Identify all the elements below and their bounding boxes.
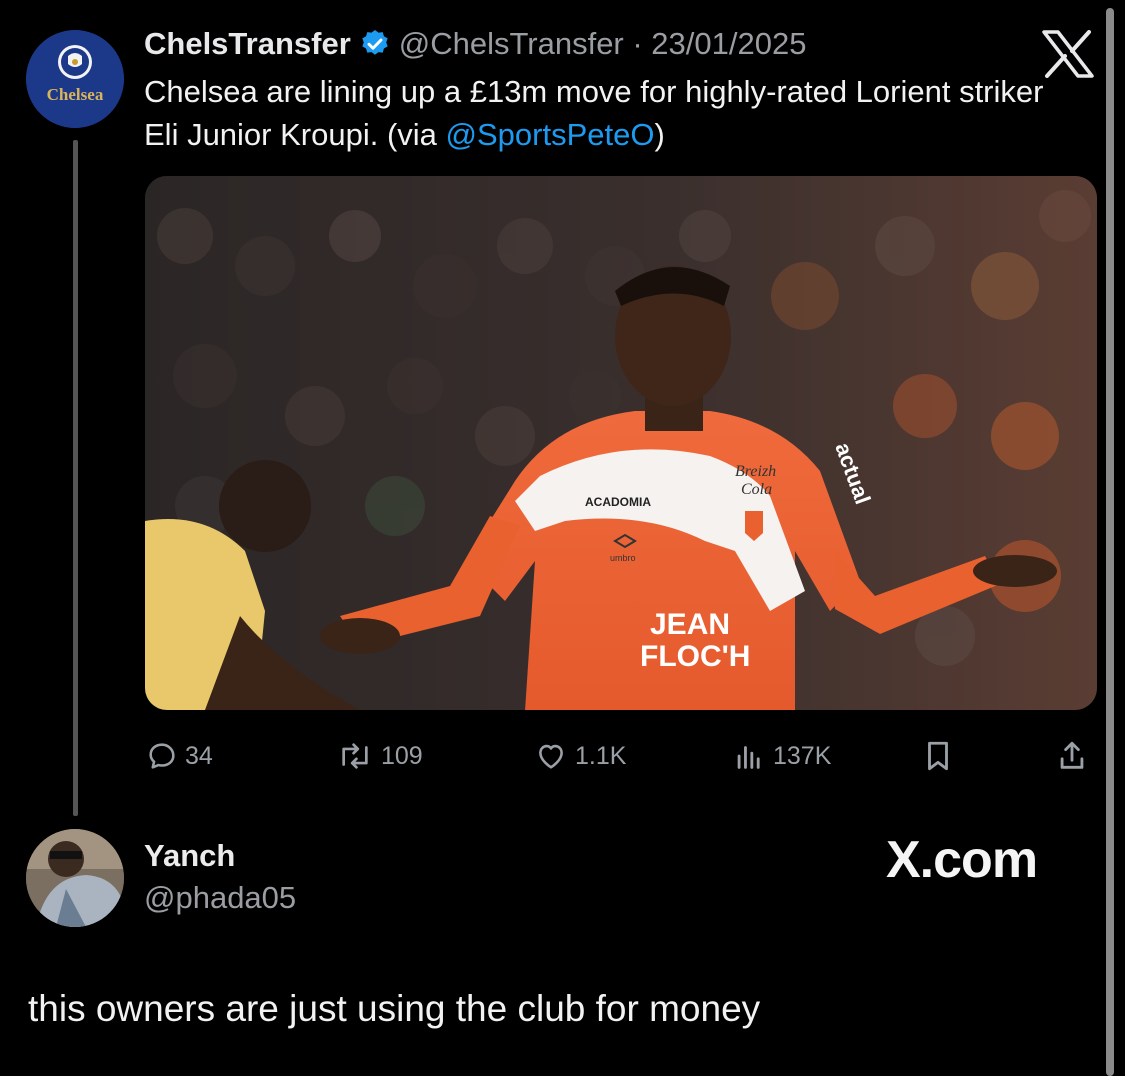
reply-author-name[interactable]: Yanch [144, 838, 235, 874]
main-sponsor-line1: JEAN [650, 608, 730, 641]
repost-button[interactable]: 109 [335, 734, 423, 778]
sponsor-left-text: ACADOMIA [585, 495, 651, 509]
screenshot-page: Chelsea ChelsTransfer @ChelsTransfer · 2… [0, 0, 1125, 1076]
mention-link[interactable]: @SportsPeteO [446, 117, 655, 152]
user-photo [26, 829, 124, 927]
x-com-text: X.com [886, 831, 1038, 889]
share-icon [1060, 741, 1084, 769]
repost-icon [342, 743, 368, 769]
sponsor-right-line2: Cola [741, 481, 772, 498]
repost-count: 109 [381, 741, 423, 770]
main-sponsor-line2: FLOC'H [640, 640, 750, 673]
views-button[interactable]: 137K [731, 734, 831, 778]
reply-text: this owners are just using the club for … [28, 988, 761, 1029]
chelsea-crest-icon [26, 30, 124, 128]
like-button[interactable]: 1.1K [533, 734, 626, 778]
tweet-text: Chelsea are lining up a £13m move for hi… [144, 70, 1064, 156]
share-button[interactable] [1055, 734, 1095, 778]
scrollbar-thumb[interactable] [1106, 8, 1114, 1076]
like-count: 1.1K [575, 741, 627, 770]
x-com-watermark: X.com [886, 830, 1038, 890]
sponsor-right-line1: Breizh [735, 463, 776, 480]
reply-icon [149, 743, 175, 769]
chelsea-avatar-text: Chelsea [46, 85, 104, 104]
author-name[interactable]: ChelsTransfer [144, 26, 351, 62]
tweet-media-photo[interactable]: ACADOMIA Breizh Cola umbro actual JEAN F… [145, 176, 1097, 710]
verified-badge-icon [362, 30, 388, 55]
views-count: 137K [773, 741, 832, 770]
bookmark-icon [928, 741, 948, 771]
bookmark-button[interactable] [921, 734, 961, 778]
reply-count: 34 [185, 741, 213, 770]
tweet-actions-bar: 34 109 1.1K 137K [145, 734, 1095, 778]
views-chart-icon [737, 746, 760, 769]
reply-author-handle[interactable]: @phada05 [144, 880, 296, 916]
thread-line [73, 140, 78, 816]
footballer-photo: ACADOMIA Breizh Cola umbro actual JEAN F… [145, 176, 1097, 710]
reply-button[interactable]: 34 [145, 734, 213, 778]
kit-brand-text: umbro [610, 553, 636, 563]
author-handle-date[interactable]: @ChelsTransfer · 23/01/2025 [399, 26, 807, 62]
heart-icon [539, 744, 563, 769]
tweet-text-part2: ) [654, 117, 665, 152]
yanch-avatar[interactable] [26, 829, 124, 927]
scrollbar[interactable] [1106, 8, 1114, 1076]
tweet-header: ChelsTransfer @ChelsTransfer · 23/01/202… [144, 24, 806, 64]
chelsea-avatar[interactable]: Chelsea [26, 30, 124, 128]
